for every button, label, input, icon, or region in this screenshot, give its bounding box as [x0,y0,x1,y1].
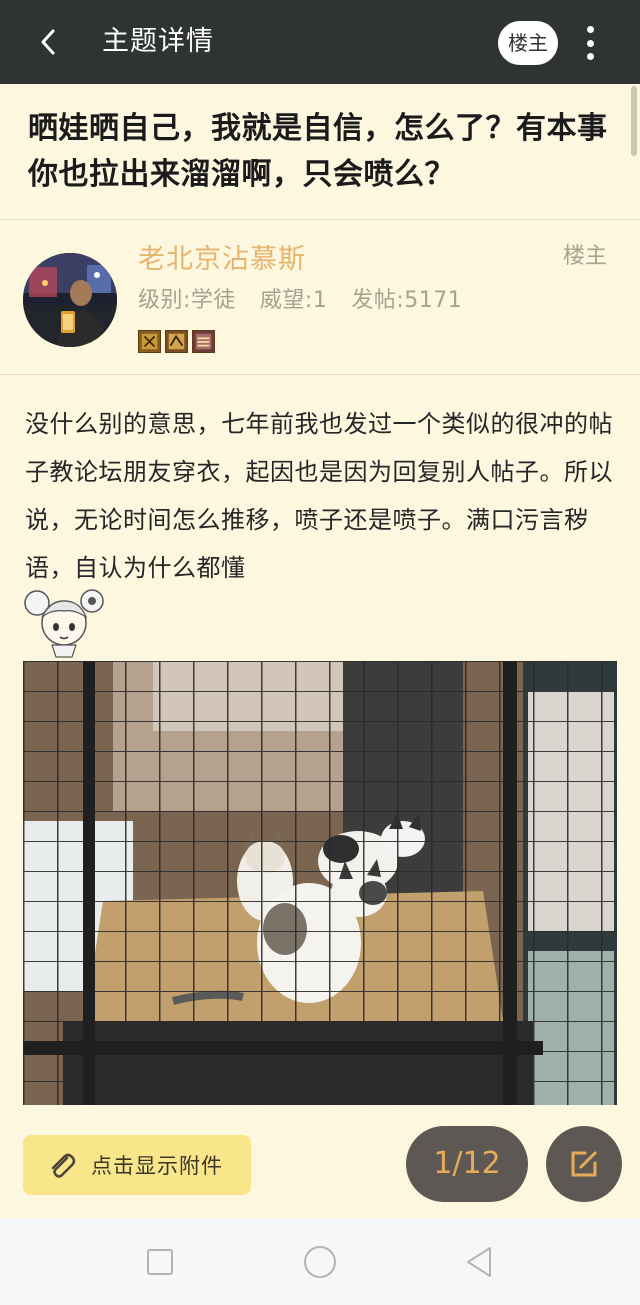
reply-button[interactable] [546,1126,622,1202]
only-op-button[interactable]: 楼主 [498,21,558,65]
author-level: 级别:学徒 [138,288,236,313]
anime-girl-emoticon [24,589,104,658]
post-image[interactable] [23,661,617,1105]
post-body: 没什么别的意思，七年前我也发过一个类似的很冲的帖子教论坛朋友穿衣，起因也是因为回… [25,410,613,582]
divider [0,374,640,375]
more-options-button[interactable] [572,22,608,64]
medal-list [138,330,215,353]
show-attachments-button[interactable]: 点击显示附件 [23,1135,251,1195]
app-bar: 主题详情 楼主 [0,0,640,84]
back-button[interactable] [30,22,66,62]
divider [0,219,640,220]
chevron-left-icon [41,29,55,55]
avatar[interactable] [23,253,117,347]
show-attachments-label: 点击显示附件 [91,1154,223,1178]
author-prestige: 威望:1 [259,288,328,313]
edit-icon [571,1151,597,1177]
more-vertical-icon [586,26,594,33]
page-title: 主题详情 [102,26,214,57]
paperclip-icon [51,1153,76,1178]
triangle-back-icon[interactable] [462,1244,498,1280]
medal-icon [192,330,215,353]
circle-icon[interactable] [302,1244,338,1280]
medal-icon [165,330,188,353]
page-indicator-button[interactable]: 1/12 [406,1126,528,1202]
author-meta: 级别:学徒 威望:1 发帖:5171 [138,284,462,318]
author-name[interactable]: 老北京沾慕斯 [138,240,306,280]
op-tag: 楼主 [563,244,608,269]
square-icon[interactable] [142,1244,178,1280]
thread-title: 晒娃晒自己，我就是自信，怎么了？有本事你也拉出来溜溜啊，只会喷么？ [28,111,608,192]
scrollbar[interactable] [631,86,637,156]
medal-icon [138,330,161,353]
author-post-count: 发帖:5171 [351,288,463,313]
system-nav-bar [0,1218,640,1305]
